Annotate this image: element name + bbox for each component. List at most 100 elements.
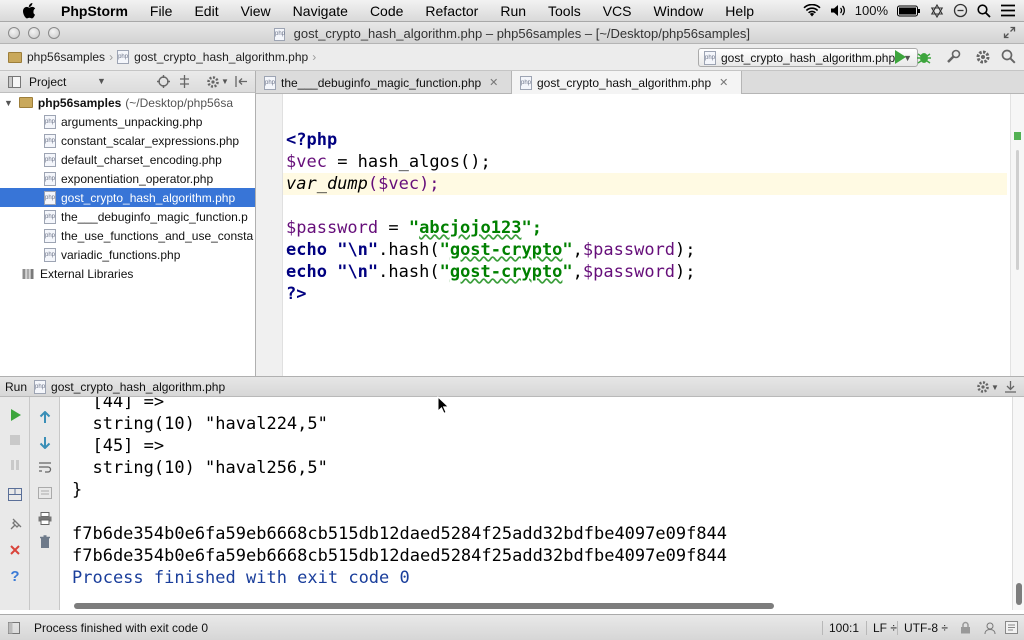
breadcrumb-project[interactable]: php56samples [27, 50, 105, 64]
menu-run[interactable]: Run [489, 3, 537, 19]
battery-icon[interactable] [897, 5, 921, 17]
arrow-up-icon[interactable] [37, 409, 53, 425]
editor-scrollbar[interactable] [1010, 94, 1024, 376]
search-icon[interactable] [1001, 49, 1016, 64]
console-line: } [72, 480, 83, 500]
app-menu[interactable]: PhpStorm [50, 3, 139, 19]
menu-code[interactable]: Code [359, 3, 414, 19]
run-icon[interactable] [893, 49, 907, 65]
rerun-icon[interactable] [7, 407, 23, 423]
tree-file-item[interactable]: php the_use_functions_and_use_consta [0, 226, 255, 245]
php-file-icon: php [44, 114, 56, 129]
tree-file-item[interactable]: php constant_scalar_expressions.php [0, 131, 255, 150]
run-toolbar: ? [0, 397, 30, 610]
run-tab-label[interactable]: gost_crypto_hash_algorithm.php [51, 380, 225, 394]
chevron-down-icon[interactable]: ▼ [991, 383, 999, 392]
pause-icon[interactable] [7, 457, 23, 473]
chevron-down-icon[interactable]: ▼ [97, 76, 106, 86]
gear-icon[interactable] [206, 75, 220, 89]
caret-position[interactable]: 100:1 [822, 621, 859, 635]
fullscreen-icon[interactable] [1003, 26, 1016, 42]
menu-refactor[interactable]: Refactor [414, 3, 489, 19]
menu-tools[interactable]: Tools [537, 3, 592, 19]
stop-icon[interactable] [7, 432, 23, 448]
breadcrumb-file[interactable]: gost_crypto_hash_algorithm.php [134, 50, 308, 64]
php-file-icon: php [44, 190, 56, 205]
close-tab-icon[interactable]: ✕ [719, 76, 728, 89]
menu-vcs[interactable]: VCS [592, 3, 643, 19]
console-horizontal-scrollbar[interactable] [74, 603, 774, 609]
php-file-icon: php [44, 209, 56, 224]
expand-arrow-icon[interactable]: ▼ [4, 98, 13, 108]
menu-file[interactable]: File [139, 3, 184, 19]
window-title: php gost_crypto_hash_algorithm.php – php… [0, 26, 1024, 42]
minimize-panel-icon[interactable] [1004, 380, 1017, 393]
code-line-1: <?php [286, 129, 337, 151]
php-file-icon: php [44, 171, 56, 186]
tree-file-item[interactable]: php the___debuginfo_magic_function.p [0, 207, 255, 226]
console-scroll-thumb[interactable] [1016, 583, 1022, 605]
console-line: string(10) "haval224,5" [72, 414, 328, 434]
tool-windows-icon[interactable] [8, 621, 20, 634]
close-run-icon[interactable] [7, 542, 23, 558]
tool-icon[interactable] [945, 49, 961, 65]
hide-panel-icon[interactable] [235, 75, 248, 88]
tree-file-label: variadic_functions.php [61, 247, 181, 262]
encoding-select[interactable]: UTF-8 ÷ [897, 621, 948, 635]
tree-file-item[interactable]: php exponentiation_operator.php [0, 169, 255, 188]
layout-icon[interactable] [7, 486, 23, 502]
chevron-down-icon[interactable]: ▼ [221, 77, 229, 86]
code-token: ); [675, 262, 696, 282]
line-separator-select[interactable]: LF ÷ [866, 621, 897, 635]
volume-icon[interactable] [830, 4, 846, 17]
tab-debuginfo[interactable]: php the___debuginfo_magic_function.php ✕ [256, 71, 512, 94]
gear-icon[interactable] [976, 380, 990, 394]
arrow-down-icon[interactable] [37, 434, 53, 450]
event-log-icon[interactable] [1005, 621, 1018, 634]
time-machine-icon[interactable] [953, 3, 968, 18]
close-tab-icon[interactable]: ✕ [489, 76, 498, 89]
run-configuration-label: gost_crypto_hash_algorithm.php [721, 50, 896, 65]
tree-file-item-selected[interactable]: php gost_crypto_hash_algorithm.php [0, 188, 255, 207]
tree-file-item[interactable]: php variadic_functions.php [0, 245, 255, 264]
project-view-title[interactable]: Project [29, 75, 66, 89]
inspector-icon[interactable] [983, 621, 997, 635]
tree-file-item[interactable]: php arguments_unpacking.php [0, 112, 255, 131]
soft-wrap-icon[interactable] [37, 459, 53, 475]
apple-icon[interactable] [20, 2, 38, 20]
code-editor[interactable]: <?php $vec = hash_algos(); var_dump($vec… [256, 94, 1024, 376]
console-vertical-scrollbar[interactable] [1012, 397, 1024, 610]
settings-icon[interactable] [975, 49, 991, 65]
tree-root-item[interactable]: ▼ php56samples (~/Desktop/php56sa [0, 93, 255, 112]
star-of-david-icon[interactable] [930, 3, 944, 18]
menu-help[interactable]: Help [714, 3, 765, 19]
run-console[interactable]: [44] => string(10) "haval224,5" [45] => … [60, 397, 1012, 610]
run-configuration-select[interactable]: php gost_crypto_hash_algorithm.php ▼ [698, 48, 918, 67]
notification-center-icon[interactable] [1000, 4, 1016, 17]
lock-icon[interactable] [960, 621, 971, 634]
wifi-icon[interactable] [803, 4, 821, 17]
menu-view[interactable]: View [230, 3, 282, 19]
trash-icon[interactable] [37, 534, 53, 550]
code-token: "\n" [337, 262, 379, 282]
breadcrumb-separator: › [312, 50, 317, 64]
spotlight-search-icon[interactable] [977, 3, 991, 18]
help-icon[interactable]: ? [7, 568, 23, 585]
menu-window[interactable]: Window [643, 3, 715, 19]
collapse-all-icon[interactable] [178, 75, 191, 88]
editor-scroll-thumb[interactable] [1016, 150, 1019, 270]
scroll-to-end-icon[interactable] [37, 485, 53, 501]
menu-navigate[interactable]: Navigate [282, 3, 359, 19]
inspection-ok-icon[interactable] [1014, 132, 1021, 140]
tab-label: gost_crypto_hash_algorithm.php [537, 75, 712, 90]
debug-icon[interactable] [916, 49, 932, 65]
tab-gost-crypto[interactable]: php gost_crypto_hash_algorithm.php ✕ [512, 71, 742, 95]
print-icon[interactable] [37, 510, 53, 526]
tree-external-libraries[interactable]: External Libraries [0, 264, 255, 283]
code-token: $password [582, 262, 676, 282]
tree-file-item[interactable]: php default_charset_encoding.php [0, 150, 255, 169]
php-file-icon: php [117, 50, 130, 64]
locate-file-icon[interactable] [157, 75, 170, 88]
menu-edit[interactable]: Edit [183, 3, 229, 19]
pin-icon[interactable] [7, 517, 23, 533]
